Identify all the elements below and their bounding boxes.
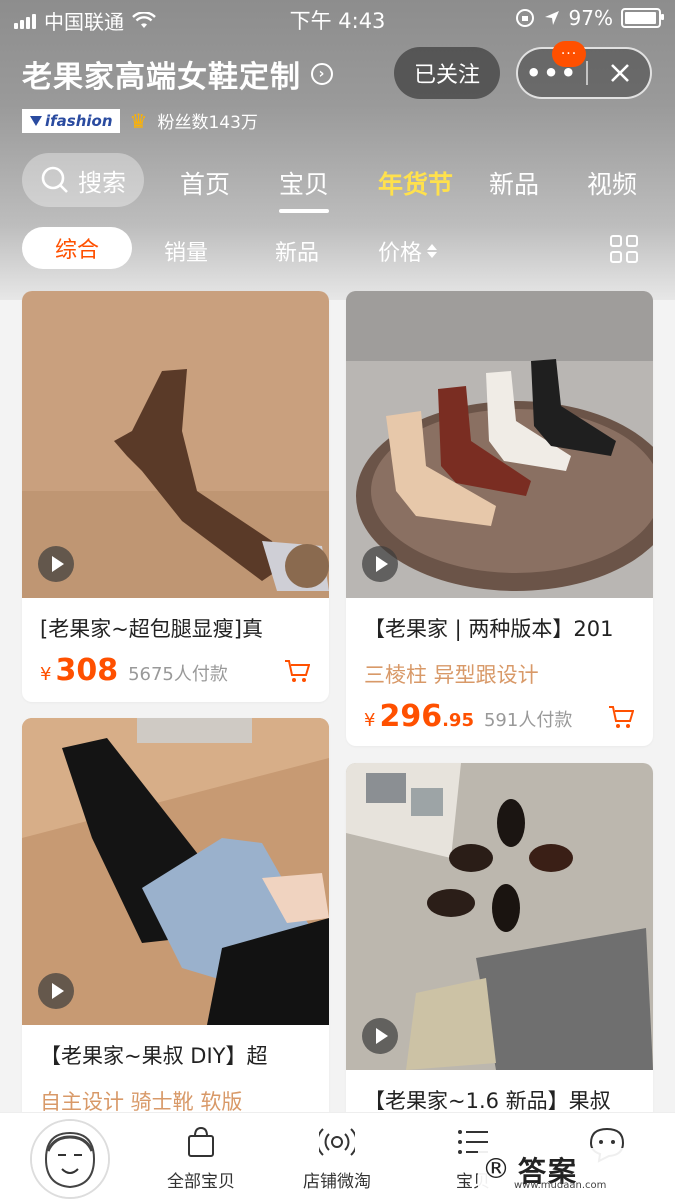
tab-products[interactable]: 宝贝	[279, 165, 330, 213]
video-play-icon[interactable]	[38, 546, 74, 582]
tab-shop-feed[interactable]: 店铺微淘	[282, 1123, 392, 1192]
status-bar: 中国联通 下午 4:43 97%	[0, 0, 675, 36]
search-icon	[41, 166, 68, 193]
tab-label: 店铺微淘	[303, 1172, 371, 1192]
product-price: ¥ 296 .95 591人付款	[364, 699, 572, 734]
ifashion-logo-icon	[30, 115, 42, 126]
product-title: 【老果家~1.6 新品】果叔	[364, 1089, 611, 1113]
battery-fill	[625, 12, 656, 24]
sort-price-label: 价格	[378, 241, 423, 266]
watermark-url: www.mudaan.com	[514, 1180, 607, 1191]
tab-label: 全部宝贝	[167, 1172, 235, 1192]
price-decimal: .95	[442, 710, 474, 731]
price-value: 296	[379, 699, 443, 734]
price-value: 308	[55, 653, 119, 688]
follow-button[interactable]: 已关注	[394, 47, 500, 99]
grid-view-icon[interactable]	[610, 235, 638, 263]
search-button[interactable]: 搜索	[22, 153, 144, 207]
currency-symbol: ¥	[40, 664, 52, 685]
currency-symbol: ¥	[364, 710, 376, 731]
battery-percent: 97%	[568, 6, 613, 30]
product-title: [老果家~超包腿显瘦]真	[40, 617, 263, 641]
search-label: 搜索	[78, 168, 126, 197]
sort-arrows-icon	[427, 244, 438, 258]
sort-comprehensive[interactable]: 综合	[22, 227, 132, 269]
shop-badges: ifashion ♛ 粉丝数143万	[22, 108, 258, 133]
sort-bar: 综合 销量 新品 价格	[0, 227, 675, 273]
video-play-icon[interactable]	[38, 973, 74, 1009]
shop-avatar[interactable]	[30, 1119, 110, 1199]
video-play-icon[interactable]	[362, 1018, 398, 1054]
product-card[interactable]: 【老果家 | 两种版本】201 三棱柱 异型跟设计 ¥ 296 .95 591人…	[346, 291, 653, 746]
sort-price[interactable]: 价格	[378, 235, 438, 267]
tab-home[interactable]: 首页	[180, 165, 230, 201]
video-play-icon[interactable]	[362, 546, 398, 582]
fans-count: 粉丝数143万	[157, 113, 258, 133]
chevron-right-icon: ›	[311, 63, 333, 85]
tab-videos[interactable]: 视频	[587, 165, 637, 201]
shopping-bag-icon	[188, 1126, 214, 1157]
product-card[interactable]: 【老果家~果叔 DIY】超 自主设计 骑士靴 软版	[22, 718, 329, 1148]
watermark: ® 答案 www.mudaan.com	[478, 1148, 670, 1194]
ifashion-badge: ifashion	[22, 108, 120, 133]
top-nav: 搜索 首页 宝贝 年货节 新品 视频	[0, 153, 675, 213]
close-button[interactable]	[588, 49, 652, 97]
product-price: ¥ 308 5675人付款	[40, 653, 228, 688]
crown-icon: ♛	[129, 108, 148, 133]
tab-all-products[interactable]: 全部宝贝	[146, 1123, 256, 1192]
sold-count: 5675人付款	[128, 664, 228, 685]
shop-title[interactable]: 老果家高端女鞋定制 ›	[22, 52, 333, 96]
sort-newest[interactable]: 新品	[275, 235, 319, 267]
product-tags: 三棱柱 异型跟设计	[364, 663, 539, 687]
product-card[interactable]: 【老果家~1.6 新品】果叔	[346, 763, 653, 1148]
tab-new-arrivals[interactable]: 新品	[489, 165, 539, 201]
tab-new-year-festival[interactable]: 年货节	[378, 165, 453, 201]
notification-badge: ···	[552, 41, 586, 67]
product-card[interactable]: [老果家~超包腿显瘦]真 ¥ 308 5675人付款	[22, 291, 329, 702]
cart-icon[interactable]	[608, 705, 634, 729]
sort-sales[interactable]: 销量	[164, 235, 208, 267]
product-title: 【老果家~果叔 DIY】超	[40, 1044, 268, 1068]
sold-count: 591人付款	[483, 710, 573, 731]
battery-icon	[621, 8, 664, 28]
cart-icon[interactable]	[284, 659, 310, 683]
product-title: 【老果家 | 两种版本】201	[364, 617, 614, 641]
watermark-logo-icon: ®	[482, 1152, 510, 1185]
shop-name: 老果家高端女鞋定制	[22, 60, 301, 95]
rotation-lock-icon	[515, 9, 534, 27]
location-icon	[544, 11, 559, 25]
avatar-illustration-icon	[32, 1121, 108, 1197]
close-icon	[611, 64, 629, 82]
broadcast-icon	[319, 1128, 355, 1156]
